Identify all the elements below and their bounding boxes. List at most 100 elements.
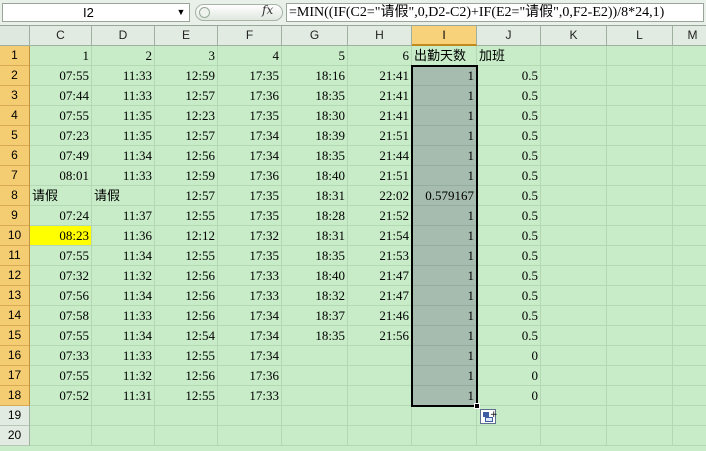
row-header-13[interactable]: 13 [0, 286, 30, 306]
cell-g20[interactable] [282, 426, 348, 446]
row-header-2[interactable]: 2 [0, 66, 30, 86]
row-header-4[interactable]: 4 [0, 106, 30, 126]
row-header-20[interactable]: 20 [0, 426, 30, 446]
cell-m20[interactable] [673, 426, 706, 446]
cell-m2[interactable] [673, 66, 706, 86]
cell-i11[interactable]: 1 [412, 246, 477, 266]
cell-e5[interactable]: 12:57 [155, 126, 218, 146]
cell-h8[interactable]: 22:02 [348, 186, 412, 206]
cell-f5[interactable]: 17:34 [218, 126, 282, 146]
cell-m5[interactable] [673, 126, 706, 146]
cell-e13[interactable]: 12:56 [155, 286, 218, 306]
cell-l16[interactable] [607, 346, 673, 366]
cell-j5[interactable]: 0.5 [477, 126, 541, 146]
row-header-3[interactable]: 3 [0, 86, 30, 106]
cell-c6[interactable]: 07:49 [30, 146, 92, 166]
cell-k2[interactable] [541, 66, 607, 86]
column-header-f[interactable]: F [218, 26, 282, 46]
cell-i18[interactable]: 1 [412, 386, 477, 406]
row-header-14[interactable]: 14 [0, 306, 30, 326]
cell-c2[interactable]: 07:55 [30, 66, 92, 86]
cell-i6[interactable]: 1 [412, 146, 477, 166]
cell-d2[interactable]: 11:33 [92, 66, 155, 86]
cell-j2[interactable]: 0.5 [477, 66, 541, 86]
column-header-l[interactable]: L [607, 26, 673, 46]
cell-g14[interactable]: 18:37 [282, 306, 348, 326]
cell-k20[interactable] [541, 426, 607, 446]
cell-i3[interactable]: 1 [412, 86, 477, 106]
cell-i4[interactable]: 1 [412, 106, 477, 126]
cell-i19[interactable] [412, 406, 477, 426]
cell-l10[interactable] [607, 226, 673, 246]
cell-d10[interactable]: 11:36 [92, 226, 155, 246]
cell-g8[interactable]: 18:31 [282, 186, 348, 206]
cell-l7[interactable] [607, 166, 673, 186]
cell-h6[interactable]: 21:44 [348, 146, 412, 166]
cell-f20[interactable] [218, 426, 282, 446]
cell-f18[interactable]: 17:33 [218, 386, 282, 406]
cell-g17[interactable] [282, 366, 348, 386]
cell-i16[interactable]: 1 [412, 346, 477, 366]
column-header-d[interactable]: D [92, 26, 155, 46]
cell-g6[interactable]: 18:35 [282, 146, 348, 166]
cell-e4[interactable]: 12:23 [155, 106, 218, 126]
cell-f17[interactable]: 17:36 [218, 366, 282, 386]
cell-h19[interactable] [348, 406, 412, 426]
name-box[interactable]: I2 ▼ [2, 3, 190, 22]
cell-k8[interactable] [541, 186, 607, 206]
cell-k18[interactable] [541, 386, 607, 406]
cell-h10[interactable]: 21:54 [348, 226, 412, 246]
cell-i20[interactable] [412, 426, 477, 446]
cell-k16[interactable] [541, 346, 607, 366]
cell-c4[interactable]: 07:55 [30, 106, 92, 126]
row-header-12[interactable]: 12 [0, 266, 30, 286]
cell-l3[interactable] [607, 86, 673, 106]
auto-fill-options-icon[interactable]: + [480, 409, 498, 424]
cell-h5[interactable]: 21:51 [348, 126, 412, 146]
cell-l14[interactable] [607, 306, 673, 326]
cell-g11[interactable]: 18:35 [282, 246, 348, 266]
cell-j6[interactable]: 0.5 [477, 146, 541, 166]
row-header-16[interactable]: 16 [0, 346, 30, 366]
cell-j1[interactable]: 加班 [477, 46, 541, 66]
cell-i12[interactable]: 1 [412, 266, 477, 286]
cell-m16[interactable] [673, 346, 706, 366]
cell-k6[interactable] [541, 146, 607, 166]
cell-d9[interactable]: 11:37 [92, 206, 155, 226]
cell-m4[interactable] [673, 106, 706, 126]
cell-i15[interactable]: 1 [412, 326, 477, 346]
column-header-m[interactable]: M [673, 26, 706, 46]
cell-k13[interactable] [541, 286, 607, 306]
cell-g16[interactable] [282, 346, 348, 366]
cell-c17[interactable]: 07:55 [30, 366, 92, 386]
insert-function-icon[interactable]: fx [262, 3, 273, 17]
cell-m17[interactable] [673, 366, 706, 386]
cell-f10[interactable]: 17:32 [218, 226, 282, 246]
cell-l1[interactable] [607, 46, 673, 66]
cell-h20[interactable] [348, 426, 412, 446]
cell-e14[interactable]: 12:56 [155, 306, 218, 326]
cell-g3[interactable]: 18:35 [282, 86, 348, 106]
cell-h7[interactable]: 21:51 [348, 166, 412, 186]
cell-h9[interactable]: 21:52 [348, 206, 412, 226]
cell-f3[interactable]: 17:36 [218, 86, 282, 106]
cell-i2[interactable]: 1 [412, 66, 477, 86]
row-header-7[interactable]: 7 [0, 166, 30, 186]
cell-j17[interactable]: 0 [477, 366, 541, 386]
cell-h17[interactable] [348, 366, 412, 386]
cell-k9[interactable] [541, 206, 607, 226]
cell-k15[interactable] [541, 326, 607, 346]
cell-m14[interactable] [673, 306, 706, 326]
cell-i14[interactable]: 1 [412, 306, 477, 326]
cell-d1[interactable]: 2 [92, 46, 155, 66]
cell-d20[interactable] [92, 426, 155, 446]
cell-d3[interactable]: 11:33 [92, 86, 155, 106]
cell-j11[interactable]: 0.5 [477, 246, 541, 266]
cell-c8[interactable]: 请假 [30, 186, 92, 206]
cell-c9[interactable]: 07:24 [30, 206, 92, 226]
cell-k14[interactable] [541, 306, 607, 326]
cell-h2[interactable]: 21:41 [348, 66, 412, 86]
cell-k17[interactable] [541, 366, 607, 386]
column-header-i[interactable]: I [412, 26, 477, 46]
cell-l15[interactable] [607, 326, 673, 346]
